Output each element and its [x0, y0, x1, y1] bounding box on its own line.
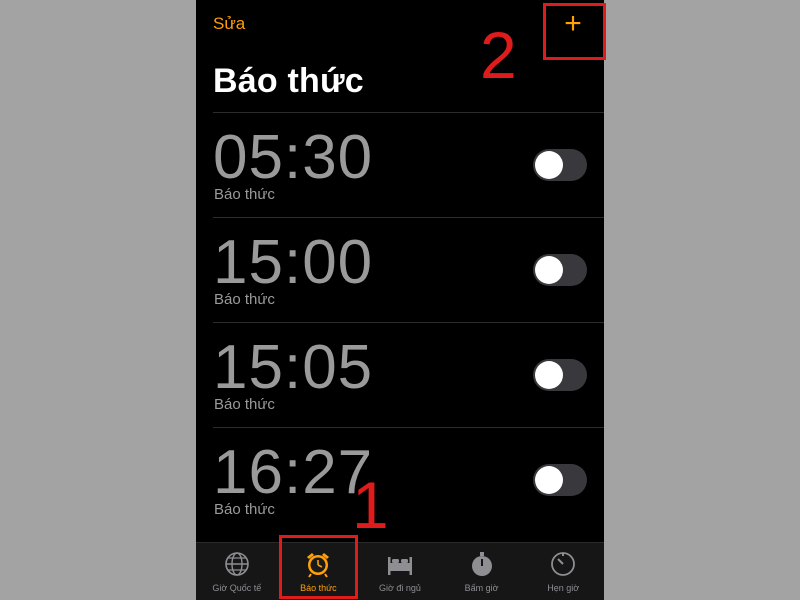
tab-world-clock[interactable]: Giờ Quốc tế	[196, 543, 278, 600]
tab-label: Giờ Quốc tế	[212, 583, 262, 593]
bed-icon	[387, 557, 412, 575]
annotation-box-add	[543, 3, 606, 60]
timer-icon	[551, 552, 576, 576]
alarm-time: 05:30	[213, 123, 374, 192]
alarm-time: 15:00	[213, 228, 374, 297]
alarm-time: 15:05	[213, 333, 374, 402]
alarm-row[interactable]: 15:05 Báo thức	[213, 322, 604, 427]
alarm-row[interactable]: 16:27 Báo thức	[213, 427, 604, 532]
alarm-row[interactable]: 15:00 Báo thức	[213, 217, 604, 322]
toggle-knob	[535, 151, 563, 179]
tab-timer[interactable]: Hẹn giờ	[522, 543, 604, 600]
alarm-label: Báo thức	[214, 291, 275, 308]
stopwatch-icon	[471, 552, 492, 576]
edit-button[interactable]: Sửa	[213, 14, 245, 34]
globe-icon	[224, 552, 249, 576]
phone-screen: Sửa + Báo thức 05:30 Báo thức 15:00 Báo …	[196, 0, 604, 600]
alarm-time: 16:27	[213, 438, 374, 507]
tab-stopwatch[interactable]: Bấm giờ	[441, 543, 523, 600]
tab-label: Bấm giờ	[464, 583, 499, 593]
toggle-knob	[535, 256, 563, 284]
page-title: Báo thức	[213, 62, 364, 100]
alarm-toggle[interactable]	[533, 254, 587, 286]
alarm-row[interactable]: 05:30 Báo thức	[213, 112, 604, 217]
tab-bar: Giờ Quốc tế Báo thức Giờ đi ngủ Bấm giờ …	[196, 542, 604, 600]
toggle-knob	[535, 361, 563, 389]
annotation-number-2: 2	[480, 18, 517, 92]
annotation-number-1: 1	[352, 468, 389, 542]
tab-label: Hẹn giờ	[547, 583, 580, 593]
alarm-toggle[interactable]	[533, 464, 587, 496]
toggle-knob	[535, 466, 563, 494]
alarm-label: Báo thức	[214, 501, 275, 518]
annotation-box-alarm-tab	[279, 535, 358, 599]
alarm-label: Báo thức	[214, 396, 275, 413]
tab-label: Giờ đi ngủ	[379, 583, 421, 593]
alarm-toggle[interactable]	[533, 149, 587, 181]
alarm-label: Báo thức	[214, 186, 275, 203]
tab-bedtime[interactable]: Giờ đi ngủ	[359, 543, 441, 600]
alarm-list: 05:30 Báo thức 15:00 Báo thức 15:05 Báo …	[196, 112, 604, 532]
alarm-toggle[interactable]	[533, 359, 587, 391]
